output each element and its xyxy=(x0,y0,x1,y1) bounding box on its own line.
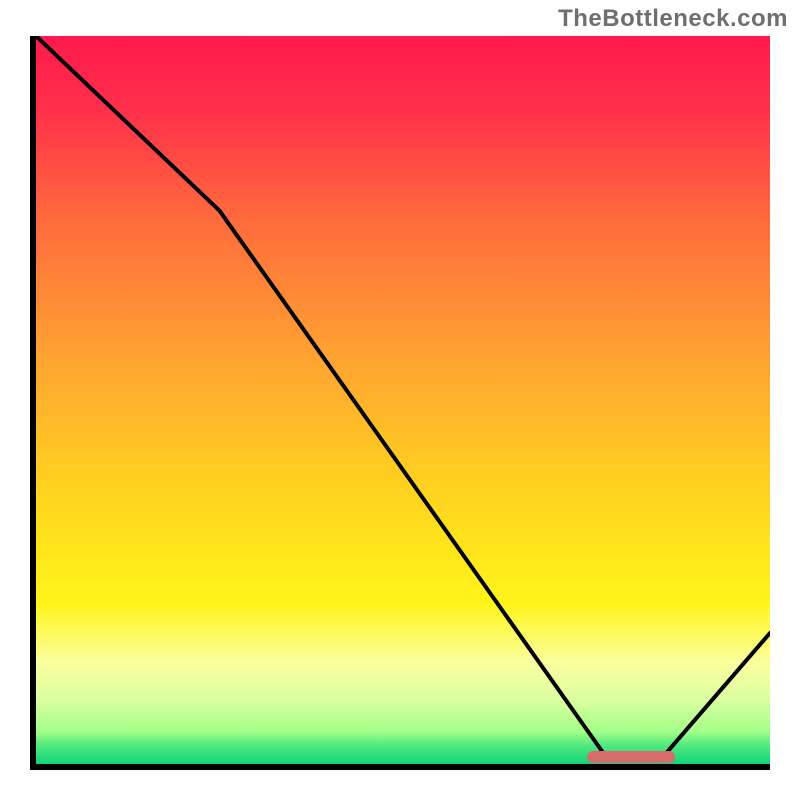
plot-area xyxy=(36,36,770,764)
watermark-text: TheBottleneck.com xyxy=(558,5,788,33)
bottleneck-curve xyxy=(36,36,770,764)
flat-segment-marker xyxy=(587,751,675,763)
chart-frame xyxy=(30,36,770,770)
